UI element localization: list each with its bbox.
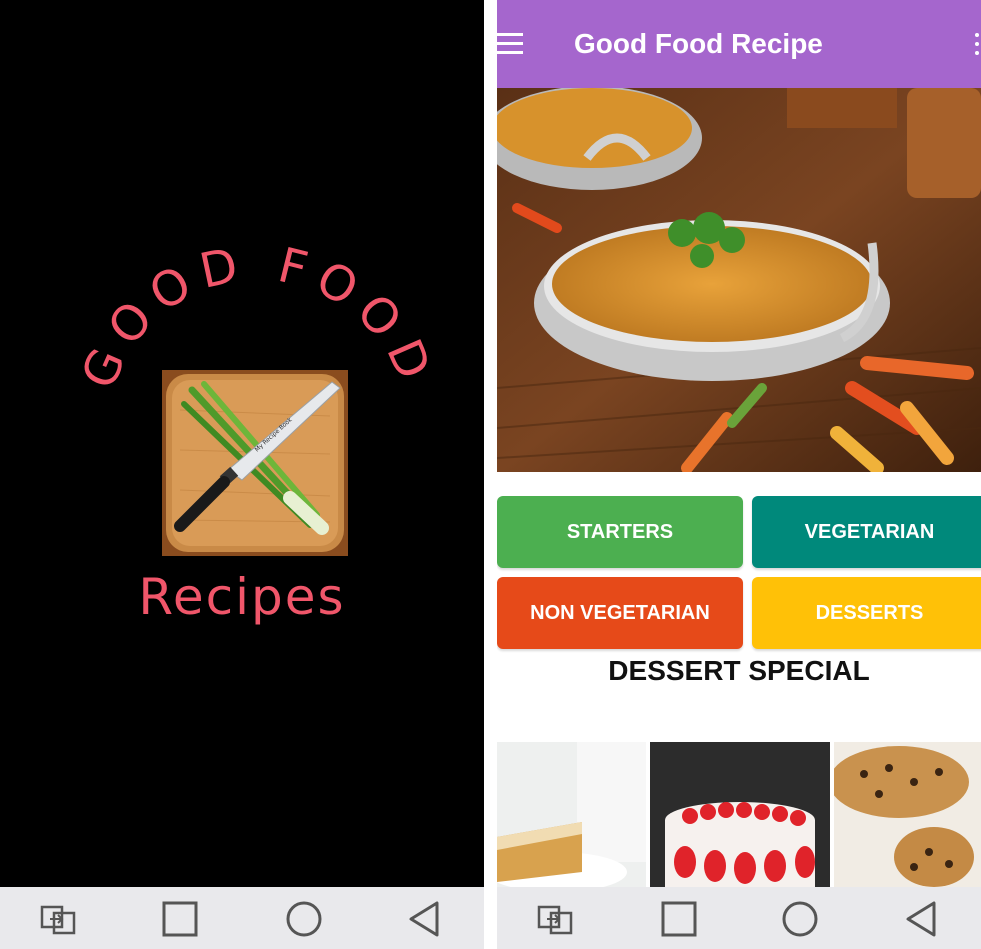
recent-apps-icon[interactable] — [659, 899, 699, 939]
desserts-button[interactable]: DESSERTS — [752, 577, 981, 649]
app-switch-icon[interactable] — [535, 899, 575, 939]
back-icon[interactable] — [405, 899, 445, 939]
cookie-cake-image[interactable] — [834, 742, 981, 887]
more-vertical-icon[interactable] — [975, 33, 981, 57]
app-title: Good Food Recipe — [574, 28, 823, 59]
vegetarian-button[interactable]: VEGETARIAN — [752, 496, 981, 568]
home-screen: Good Food Recipe STARTERS VEGETARIAN NON… — [497, 0, 981, 949]
home-icon[interactable] — [284, 899, 324, 939]
app-switch-icon[interactable] — [38, 899, 78, 939]
system-nav-bar — [497, 887, 981, 949]
recent-apps-icon[interactable] — [160, 899, 200, 939]
pie-slice-image[interactable] — [497, 742, 646, 887]
app-bar: Good Food Recipe — [497, 0, 981, 88]
back-icon[interactable] — [902, 899, 942, 939]
cutting-board-logo: My Recipe Book — [162, 370, 348, 556]
home-icon[interactable] — [780, 899, 820, 939]
section-title: DESSERT SPECIAL — [608, 655, 870, 686]
splash-screen: GOOD FOOD My Recipe Book Recipes — [0, 0, 484, 949]
curry-dish-image — [497, 88, 981, 472]
system-nav-bar — [0, 887, 484, 949]
non-vegetarian-button[interactable]: NON VEGETARIAN — [497, 577, 743, 649]
strawberry-cake-image[interactable] — [650, 742, 830, 887]
starters-button[interactable]: STARTERS — [497, 496, 743, 568]
brand-subtitle: Recipes — [138, 568, 346, 626]
hamburger-menu-icon[interactable] — [497, 33, 523, 55]
